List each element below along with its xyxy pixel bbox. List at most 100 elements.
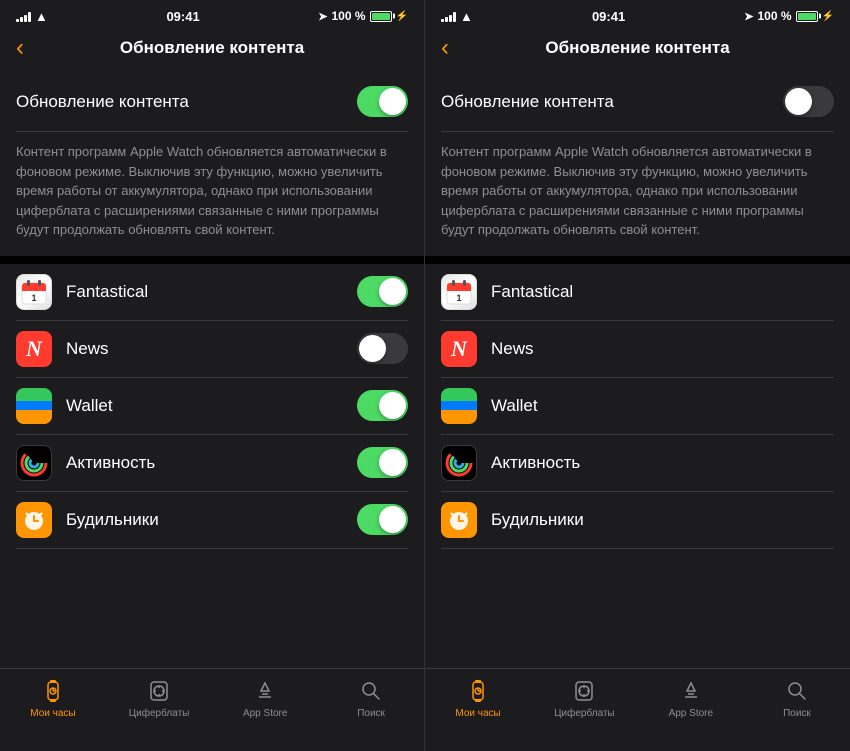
toggle-switch[interactable]	[783, 86, 834, 117]
svg-text:1: 1	[456, 293, 461, 303]
content-area: Обновление контента Контент программ Appl…	[0, 72, 424, 668]
app-name: Fantastical	[491, 282, 834, 302]
tab-search[interactable]: Поиск	[767, 677, 827, 719]
tab-label-search: Поиск	[783, 708, 811, 719]
battery-percent: 100 %	[758, 9, 792, 23]
master-toggle-row: Обновление контента	[441, 72, 834, 132]
description-text: Контент программ Apple Watch обновляется…	[425, 132, 850, 256]
app-row: 1 Fantastical	[441, 264, 834, 321]
tab-bar: Мои часы Циферблаты App Store Поиск	[0, 668, 424, 751]
toggle-switch[interactable]	[357, 390, 408, 421]
app-row: Активность	[441, 435, 834, 492]
toggle-switch[interactable]	[357, 504, 408, 535]
tab-my-watch[interactable]: Мои часы	[448, 677, 508, 719]
master-toggle-section: Обновление контента	[425, 72, 850, 132]
fantastical-icon: 1	[16, 274, 52, 310]
tab-label-search: Поиск	[357, 708, 385, 719]
status-time: 09:41	[592, 9, 625, 24]
app-name: Будильники	[491, 510, 834, 530]
master-toggle-label: Обновление контента	[441, 92, 614, 112]
battery-container	[796, 11, 818, 22]
nav-header: ‹ Обновление контента	[425, 28, 850, 72]
status-right: ➤ 100 % ⚡	[318, 9, 408, 23]
fantastical-icon: 1	[441, 274, 477, 310]
battery-percent: 100 %	[332, 9, 366, 23]
tab-icon-faces	[570, 677, 598, 705]
section-divider	[0, 256, 424, 264]
nav-header: ‹ Обновление контента	[0, 28, 424, 72]
panel-right: ▲ 09:41 ➤ 100 % ⚡ ‹ Обновление контента …	[425, 0, 850, 751]
page-title: Обновление контента	[545, 38, 729, 58]
section-divider	[425, 256, 850, 264]
tab-label-app-store: App Store	[243, 708, 287, 719]
wallet-icon	[441, 388, 477, 424]
app-name: Wallet	[66, 396, 357, 416]
tab-label-my-watch: Мои часы	[30, 708, 75, 719]
app-row: NNews	[441, 321, 834, 378]
app-list: 1 Fantastical N News Wallet Активность Буд…	[0, 264, 424, 549]
status-right: ➤ 100 % ⚡	[744, 9, 834, 23]
battery-container	[370, 11, 392, 22]
status-bar: ▲ 09:41 ➤ 100 % ⚡	[425, 0, 850, 28]
battery	[370, 11, 392, 22]
tab-search[interactable]: Поиск	[341, 677, 401, 719]
app-row: Wallet	[16, 378, 408, 435]
toggle-switch[interactable]	[357, 447, 408, 478]
activity-icon	[441, 445, 477, 481]
app-name: News	[491, 339, 834, 359]
alarm-icon	[16, 502, 52, 538]
app-name: Будильники	[66, 510, 357, 530]
status-left: ▲	[16, 9, 48, 24]
tab-icon-my-watch	[464, 677, 492, 705]
wifi-icon: ▲	[35, 9, 48, 24]
tab-label-app-store: App Store	[669, 708, 713, 719]
battery-fill	[798, 13, 816, 20]
app-row: Будильники	[441, 492, 834, 549]
status-bar: ▲ 09:41 ➤ 100 % ⚡	[0, 0, 424, 28]
tab-icon-search	[357, 677, 385, 705]
tab-icon-faces	[145, 677, 173, 705]
wallet-icon	[16, 388, 52, 424]
app-row: Будильники	[16, 492, 408, 549]
back-button[interactable]: ‹	[16, 34, 24, 62]
tab-icon-app-store	[251, 677, 279, 705]
description-text: Контент программ Apple Watch обновляется…	[0, 132, 424, 256]
app-name: News	[66, 339, 357, 359]
svg-text:1: 1	[31, 293, 36, 303]
battery	[796, 11, 818, 22]
page-title: Обновление контента	[120, 38, 304, 58]
app-row: N News	[16, 321, 408, 378]
app-name: Wallet	[491, 396, 834, 416]
tab-label-my-watch: Мои часы	[455, 708, 500, 719]
tab-app-store[interactable]: App Store	[235, 677, 295, 719]
app-list: 1 FantasticalNNews Wallet Активность Буд…	[425, 264, 850, 549]
charge-icon: ⚡	[822, 11, 834, 22]
status-left: ▲	[441, 9, 473, 24]
master-toggle-label: Обновление контента	[16, 92, 189, 112]
tab-faces[interactable]: Циферблаты	[129, 677, 190, 719]
news-icon: N	[16, 331, 52, 367]
app-name: Fantastical	[66, 282, 357, 302]
alarm-icon	[441, 502, 477, 538]
app-name: Активность	[66, 453, 357, 473]
tab-faces[interactable]: Циферблаты	[554, 677, 615, 719]
tab-icon-my-watch	[39, 677, 67, 705]
master-toggle-section: Обновление контента	[0, 72, 424, 132]
tab-app-store[interactable]: App Store	[661, 677, 721, 719]
toggle-switch[interactable]	[357, 86, 408, 117]
panel-left: ▲ 09:41 ➤ 100 % ⚡ ‹ Обновление контента …	[0, 0, 425, 751]
back-button[interactable]: ‹	[441, 34, 449, 62]
master-toggle-row: Обновление контента	[16, 72, 408, 132]
toggle-switch[interactable]	[357, 333, 408, 364]
toggle-switch[interactable]	[357, 276, 408, 307]
tab-label-faces: Циферблаты	[129, 708, 190, 719]
charge-icon: ⚡	[396, 11, 408, 22]
navigation-icon: ➤	[318, 10, 327, 23]
app-row: Активность	[16, 435, 408, 492]
tab-icon-search	[783, 677, 811, 705]
tab-bar: Мои часы Циферблаты App Store Поиск	[425, 668, 850, 751]
battery-fill	[372, 13, 390, 20]
status-time: 09:41	[166, 9, 199, 24]
content-area: Обновление контента Контент программ Appl…	[425, 72, 850, 668]
tab-my-watch[interactable]: Мои часы	[23, 677, 83, 719]
